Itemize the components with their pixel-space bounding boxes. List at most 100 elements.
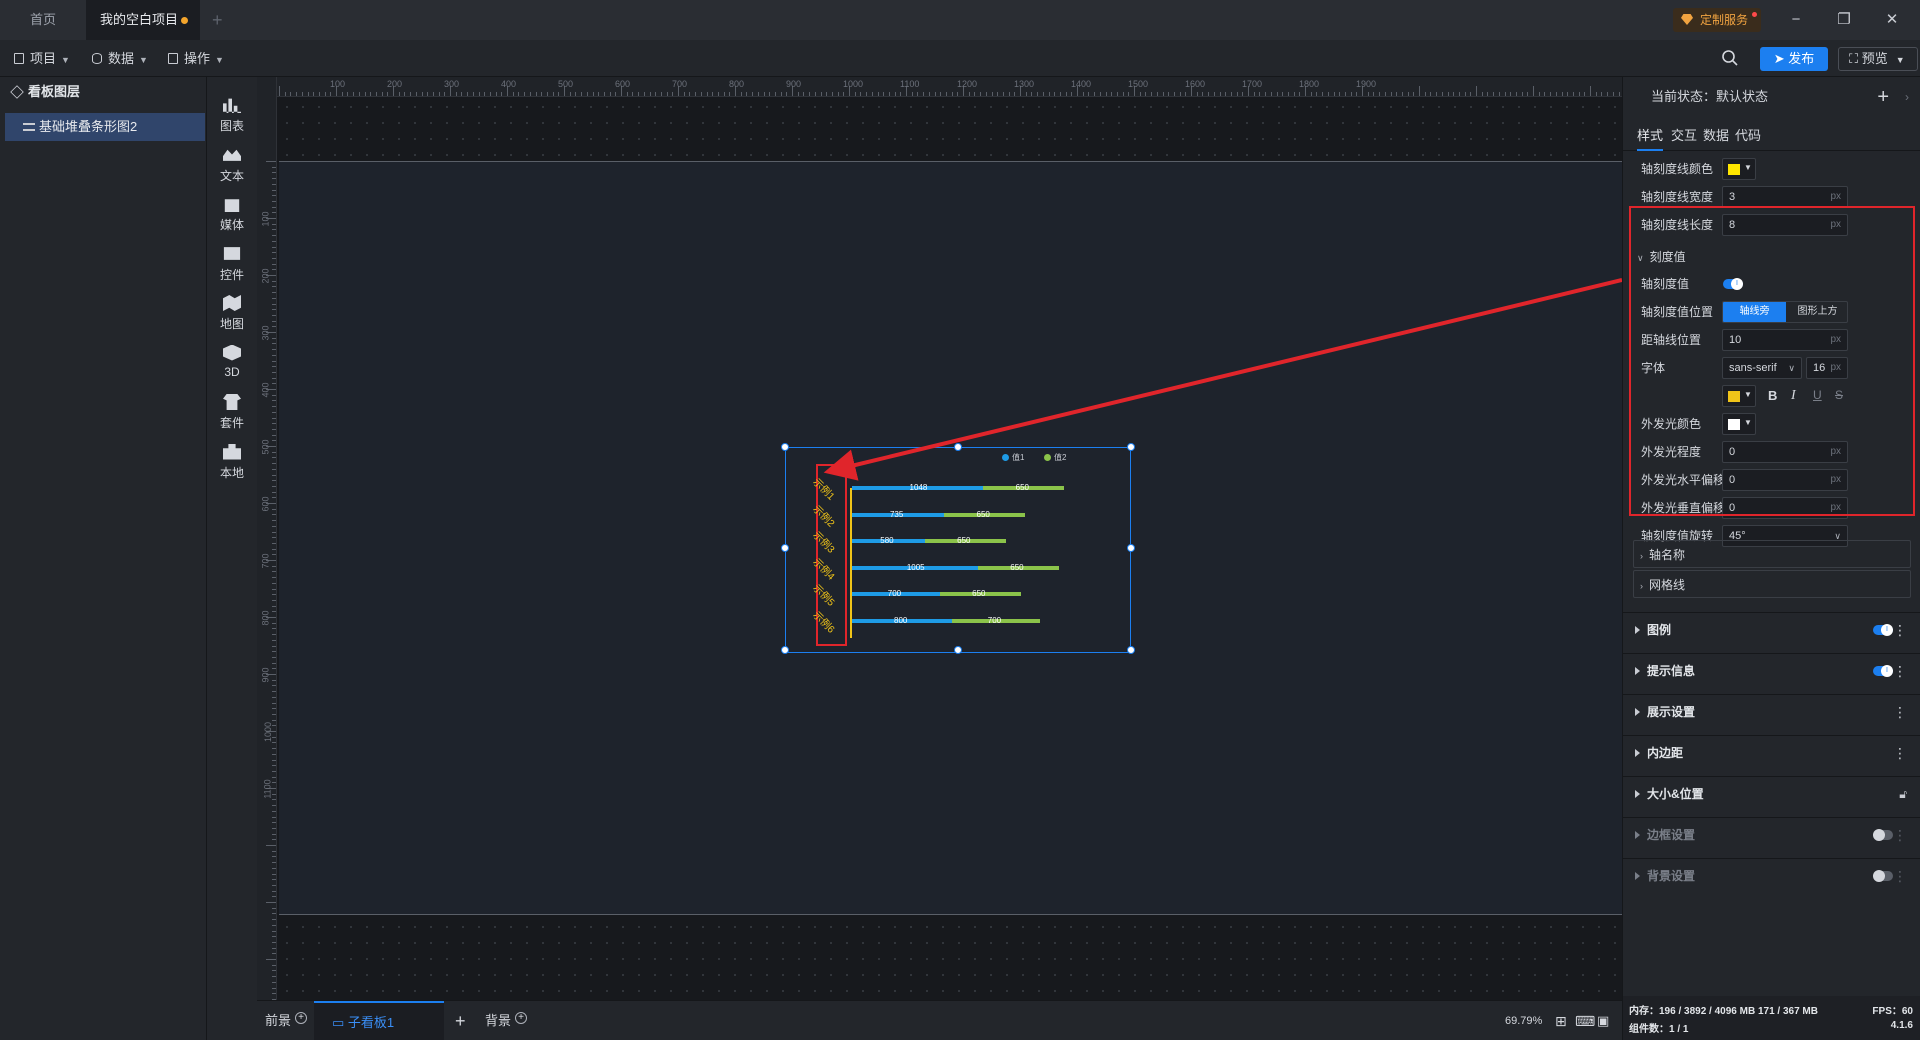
group-row[interactable]: 大小&位置 🔓︎: [1623, 776, 1920, 810]
rail-item-5[interactable]: 3D: [207, 335, 257, 385]
grid-line-section[interactable]: › 网格线: [1633, 570, 1911, 598]
group-toggle[interactable]: [1873, 829, 1893, 841]
grid-line-header: › 网格线: [1640, 571, 1685, 599]
data-menu[interactable]: 数据 ▼: [92, 48, 148, 70]
notification-dot: [1752, 12, 1757, 17]
group-label: 边框设置: [1647, 828, 1696, 842]
toggle-knob: [1873, 870, 1885, 882]
monitor-icon: ▭: [332, 1015, 348, 1030]
input-value: 3: [1729, 191, 1736, 203]
group-toggle[interactable]: I: [1873, 624, 1893, 636]
fullscreen-icon: ⛶: [1849, 51, 1862, 66]
unit-label: px: [1830, 191, 1841, 202]
layer-item-label: 基础堆叠条形图2: [39, 119, 138, 134]
toggle-knob: I: [1881, 665, 1893, 677]
diamond-icon: [1681, 14, 1693, 25]
fit-screen-icon[interactable]: ⊞: [1555, 1001, 1567, 1040]
axis-name-section[interactable]: › 轴名称: [1633, 540, 1911, 568]
group-row[interactable]: 提示信息 I ⋮: [1623, 653, 1920, 687]
group-row[interactable]: 展示设置 ⋮: [1623, 694, 1920, 728]
more-icon[interactable]: ⋮: [1893, 654, 1907, 688]
layers-panel: 看板图层 基础堆叠条形图2: [0, 77, 207, 1040]
more-icon[interactable]: ⋮: [1893, 859, 1907, 893]
rail-item-2[interactable]: 媒体: [207, 186, 257, 236]
caret-right-icon: [1635, 790, 1640, 798]
chevron-right-icon[interactable]: ›: [1905, 77, 1909, 117]
canvas-area[interactable]: 100 200 300 400 500 600 700 800 900 1000 1100 1200 1…: [257, 77, 1622, 1000]
board-tabs: 前景 + ▭ 子看板1 + 背景 + 69.79% ⊞ ⌨ ▣: [257, 1000, 1622, 1040]
publish-button[interactable]: ➤ 发布: [1760, 47, 1828, 71]
add-tab-icon[interactable]: +: [212, 0, 223, 40]
media-icon: [224, 199, 240, 212]
rail-item-label: 文本: [219, 168, 244, 183]
close-button[interactable]: ✕: [1880, 8, 1904, 32]
preview-label: 预览: [1861, 51, 1888, 66]
rail-item-label: 地图: [219, 317, 244, 331]
title-bar: 首页 我的空白项目 + 定制服务 − ❐ ✕: [0, 0, 1920, 40]
zoom-level[interactable]: 69.79%: [1505, 1001, 1542, 1040]
search-icon[interactable]: [1721, 49, 1739, 67]
caret-right-icon: [1635, 626, 1640, 634]
add-icon[interactable]: +: [295, 1012, 308, 1024]
operation-label: 操作: [184, 51, 211, 66]
rail-item-7[interactable]: 本地: [207, 434, 257, 484]
group-toggle[interactable]: [1873, 870, 1893, 882]
tab-my-project[interactable]: 我的空白项目: [86, 0, 200, 40]
status-bar: 内存：196 / 3892 / 4096 MB 171 / 367 MB FPS…: [1623, 996, 1920, 1040]
caret-right-icon: [1635, 831, 1640, 839]
rail-item-3[interactable]: 控件: [207, 236, 257, 286]
tab-style[interactable]: 样式: [1637, 121, 1664, 151]
component-rail: 图表文本媒体 控件地图 3D 套件 本地: [207, 77, 257, 1040]
keyboard-icon[interactable]: ⌨: [1575, 1001, 1595, 1040]
database-icon: [92, 53, 102, 64]
caret-right-icon: [1635, 708, 1640, 716]
layers-header: 看板图层: [0, 77, 206, 107]
chevron-down-icon: ▼: [139, 55, 148, 65]
axis-name-header: › 轴名称: [1640, 541, 1685, 569]
rail-item-4[interactable]: 地图: [207, 285, 257, 335]
minimize-button[interactable]: −: [1784, 8, 1808, 32]
tick-line-color-picker[interactable]: ▼: [1722, 158, 1756, 180]
more-icon[interactable]: ⋮: [1893, 818, 1907, 852]
maximize-button[interactable]: ❐: [1832, 8, 1856, 32]
group-label: 展示设置: [1647, 705, 1696, 719]
project-label: 项目: [30, 51, 57, 66]
add-icon[interactable]: +: [515, 1012, 528, 1024]
more-icon[interactable]: ⋮: [1893, 613, 1907, 647]
project-menu[interactable]: 项目 ▼: [14, 48, 70, 70]
kit-icon: [223, 394, 241, 410]
rail-item-6[interactable]: 套件: [207, 384, 257, 434]
lock-icon[interactable]: 🔓︎: [1899, 777, 1907, 811]
tab-home[interactable]: 首页: [0, 0, 86, 40]
toggle-knob: [1873, 829, 1885, 841]
tab-data[interactable]: 数据: [1703, 121, 1729, 151]
group-row[interactable]: 背景设置 ⋮: [1623, 858, 1920, 892]
preview-button[interactable]: ⛶ 预览 ▼: [1838, 47, 1918, 71]
tick-line-width-input[interactable]: 3 px: [1722, 186, 1848, 208]
rail-item-label: 3D: [224, 364, 240, 379]
more-icon[interactable]: ⋮: [1893, 695, 1907, 729]
tab-code[interactable]: 代码: [1735, 121, 1761, 151]
operation-menu[interactable]: 操作 ▼: [168, 48, 224, 70]
tab-interaction[interactable]: 交互: [1671, 121, 1697, 151]
rail-item-label: 图表: [219, 119, 244, 133]
add-state-icon[interactable]: +: [1877, 77, 1889, 117]
tab-foreground[interactable]: 前景 +: [265, 1001, 308, 1040]
layer-item[interactable]: 基础堆叠条形图2: [5, 113, 205, 141]
tab-child-board[interactable]: ▭ 子看板1: [314, 1001, 444, 1040]
custom-service-button[interactable]: 定制服务: [1673, 8, 1761, 32]
rail-item-1[interactable]: 文本: [207, 137, 257, 187]
group-row[interactable]: 图例 I ⋮: [1623, 612, 1920, 646]
layers-icon: [10, 85, 24, 99]
caret-right-icon: [1635, 872, 1640, 880]
chart-icon: [223, 98, 241, 113]
group-toggle[interactable]: I: [1873, 665, 1893, 677]
more-icon[interactable]: ⋮: [1893, 736, 1907, 770]
group-row[interactable]: 内边距 ⋮: [1623, 735, 1920, 769]
add-board-icon[interactable]: +: [455, 1001, 466, 1040]
custom-service-label: 定制服务: [1700, 13, 1749, 27]
rail-item-0[interactable]: 图表: [207, 87, 257, 137]
group-row[interactable]: 边框设置 ⋮: [1623, 817, 1920, 851]
terminal-icon[interactable]: ▣: [1597, 1001, 1609, 1040]
tab-background[interactable]: 背景 +: [485, 1001, 528, 1040]
